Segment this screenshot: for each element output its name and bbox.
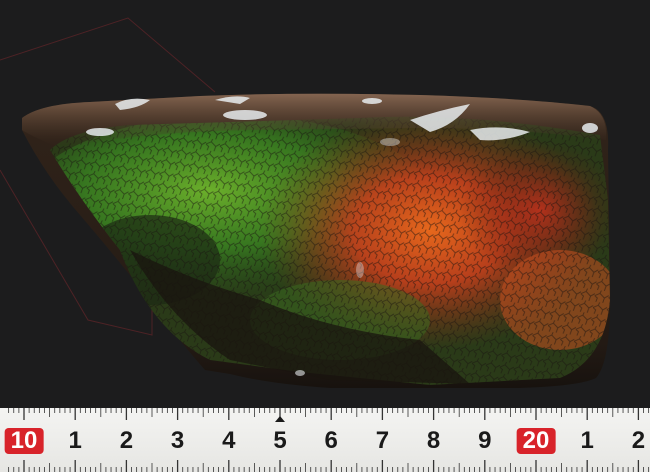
ruler-label: 5	[273, 427, 287, 454]
ruler-label: 7	[375, 427, 390, 454]
ruler-pointer-icon	[275, 416, 285, 422]
measuring-ruler: 10 1 2 3 4 5 6 7 8 9 20 1 2	[0, 408, 650, 472]
ruler-label: 20	[516, 428, 556, 454]
ruler-label: 8	[426, 427, 441, 454]
ruler-label: 3	[170, 427, 185, 454]
ruler-label: 6	[324, 427, 338, 454]
ruler-label: 2	[631, 427, 646, 454]
ruler-label: 10	[4, 428, 44, 454]
ruler-label: 1	[580, 427, 594, 454]
specimen-photo	[0, 17, 611, 388]
ruler-label: 1	[68, 427, 82, 454]
ruler-label: 9	[478, 427, 492, 454]
ruler-label: 4	[222, 427, 236, 454]
ruler-label: 2	[119, 427, 134, 454]
